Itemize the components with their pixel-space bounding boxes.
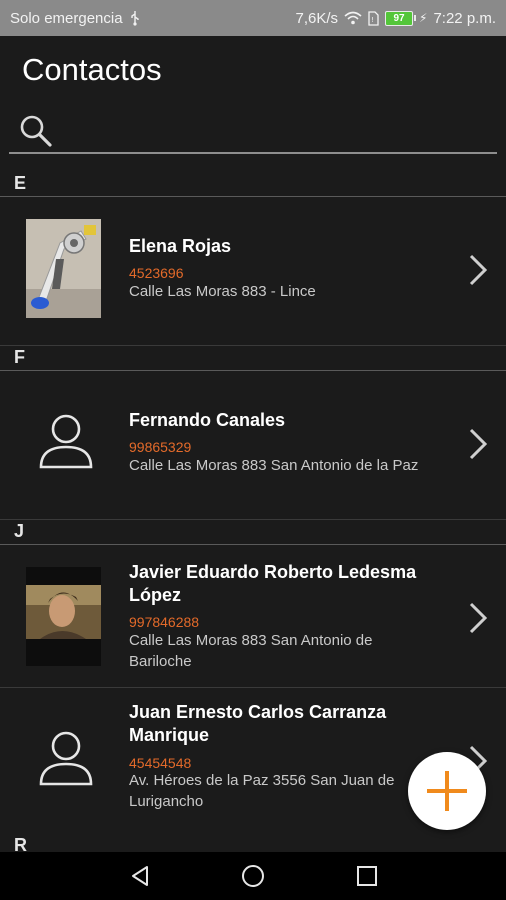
section-letter: F xyxy=(14,347,25,367)
bolt-icon: ⚡ xyxy=(419,11,428,25)
contact-phone: 997846288 xyxy=(129,614,200,630)
section-letter: J xyxy=(14,521,25,541)
plus-icon xyxy=(427,771,467,811)
contact-row-elena-rojas[interactable]: Elena Rojas 4523696 Calle Las Moras 883 … xyxy=(0,197,506,346)
contact-photo xyxy=(26,567,101,666)
contact-name: Juan Ernesto Carlos Carranza Manrique xyxy=(129,702,387,745)
section-header-j: J xyxy=(0,520,506,545)
recents-icon[interactable] xyxy=(355,864,379,888)
svg-text:!: ! xyxy=(371,16,374,24)
contact-name: Fernando Canales xyxy=(129,410,286,430)
contact-phone: 45454548 xyxy=(129,755,192,771)
usb-icon xyxy=(130,11,139,26)
contact-photo xyxy=(26,219,101,318)
add-contact-button[interactable] xyxy=(408,752,486,830)
contact-name: Elena Rojas xyxy=(129,236,232,256)
search-icon[interactable] xyxy=(19,114,53,148)
person-icon xyxy=(39,414,93,469)
status-bar: Solo emergencia 7,6K/s ! 97 ⚡ 7:22 p.m. xyxy=(0,0,506,36)
contact-address: Calle Las Moras 883 San Antonio de la Pa… xyxy=(129,457,419,474)
home-icon[interactable] xyxy=(241,864,265,888)
contact-name: Javier Eduardo Roberto Ledesma López xyxy=(129,562,417,605)
back-icon[interactable] xyxy=(128,864,152,888)
section-letter: E xyxy=(14,173,27,193)
clock: 7:22 p.m. xyxy=(433,9,496,27)
page-title: Contactos xyxy=(22,52,162,87)
contact-address: Av. Héroes de la Paz 3556 San Juan de Lu… xyxy=(129,772,395,810)
contact-row-fernando-canales[interactable]: Fernando Canales 99865329 Calle Las Mora… xyxy=(0,371,506,520)
network-speed: 7,6K/s xyxy=(295,9,339,27)
chevron-right-icon[interactable] xyxy=(466,427,490,461)
contact-phone: 99865329 xyxy=(129,439,192,455)
battery-indicator: 97 xyxy=(385,10,417,26)
chevron-right-icon[interactable] xyxy=(466,253,490,287)
carrier-label: Solo emergencia xyxy=(10,9,123,27)
wifi-icon xyxy=(344,11,362,25)
contact-address: Calle Las Moras 883 - Lince xyxy=(129,283,316,300)
navigation-bar xyxy=(0,852,506,900)
search-bar[interactable] xyxy=(9,108,497,154)
person-icon xyxy=(39,731,93,786)
sim-icon: ! xyxy=(368,10,379,26)
contact-row-javier-ledesma[interactable]: Javier Eduardo Roberto Ledesma López 997… xyxy=(0,545,506,688)
contact-address: Calle Las Moras 883 San Antonio de Baril… xyxy=(129,632,373,670)
search-input[interactable] xyxy=(59,116,483,148)
section-header-f: F xyxy=(0,346,506,371)
contact-phone: 4523696 xyxy=(129,265,184,281)
chevron-right-icon[interactable] xyxy=(466,601,490,635)
section-header-e: E xyxy=(0,172,506,197)
